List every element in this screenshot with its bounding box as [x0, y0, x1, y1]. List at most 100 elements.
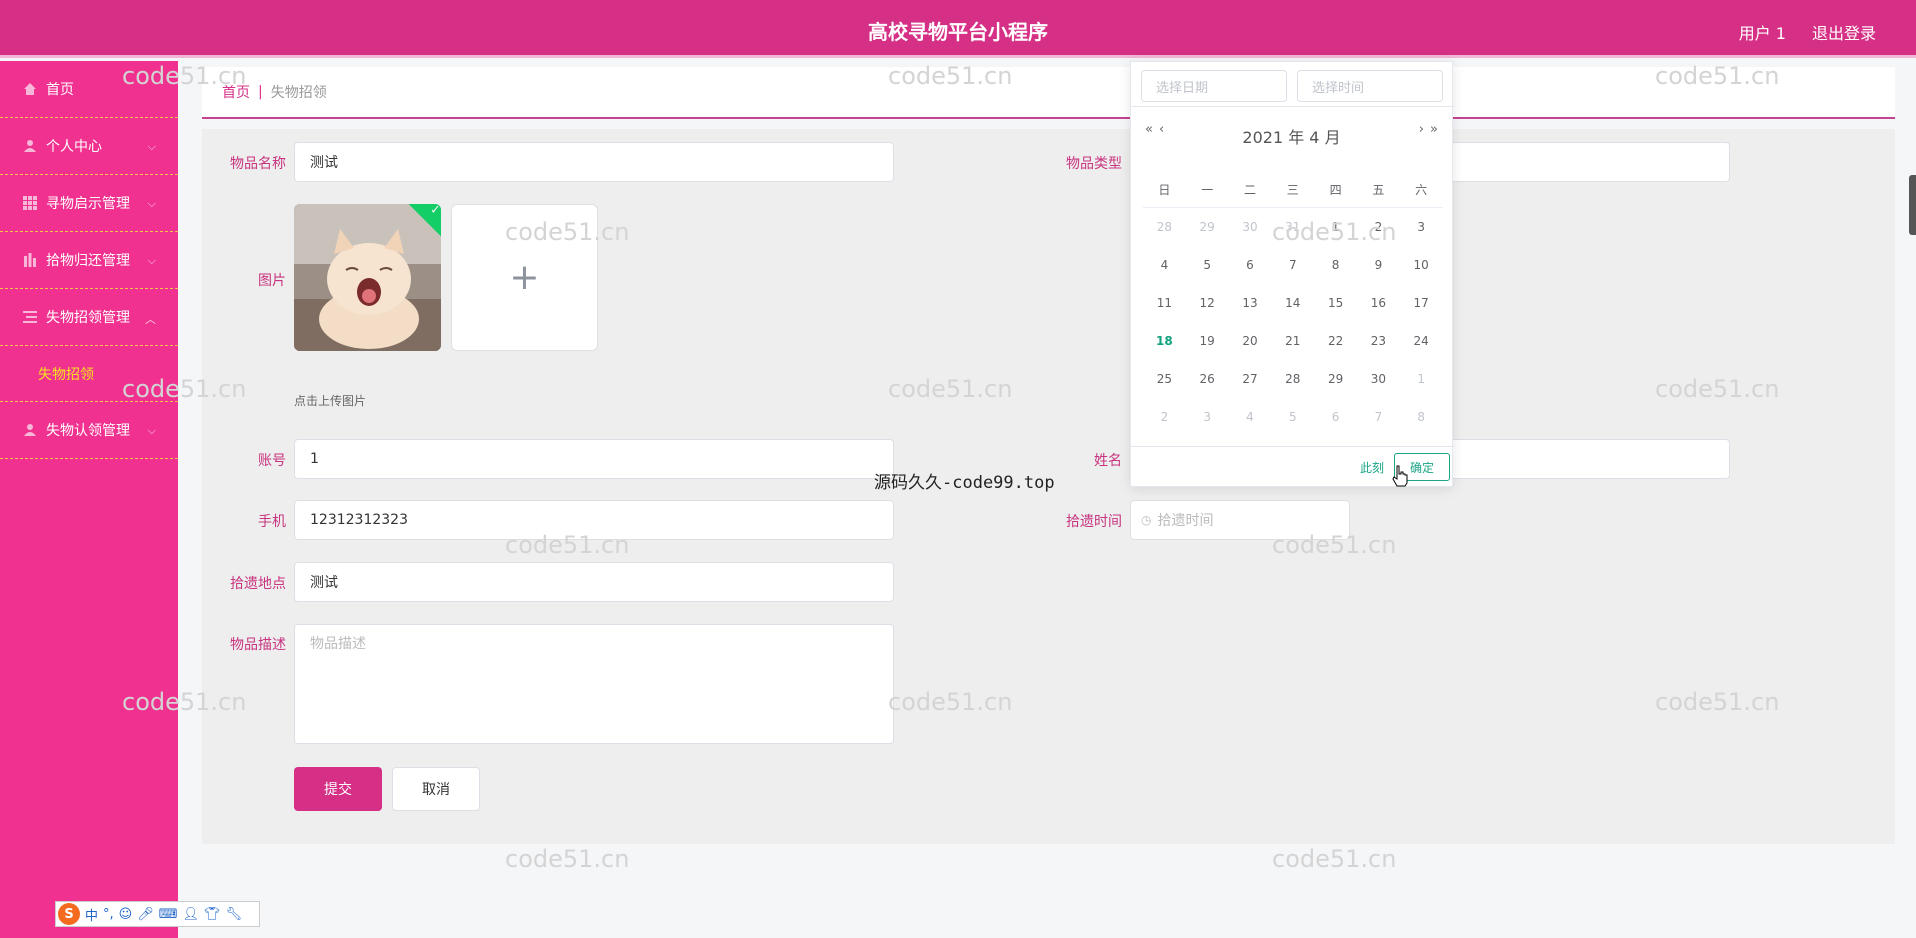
emoji-icon[interactable]: ☺ — [119, 907, 133, 922]
calendar-day[interactable]: 30 — [1357, 372, 1400, 386]
top-header: 高校寻物平台小程序 用户 1 退出登录 — [0, 0, 1916, 58]
calendar-day[interactable]: 29 — [1314, 372, 1357, 386]
weekday-label: 四 — [1329, 183, 1342, 197]
description-textarea[interactable]: 物品描述 — [294, 624, 894, 744]
sidebar-item-claim[interactable]: 失物认领管理 ⌵ — [0, 402, 178, 459]
cancel-button[interactable]: 取消 — [392, 767, 480, 811]
sidebar-item-personal-center[interactable]: 个人中心 ⌵ — [0, 118, 178, 175]
user-icon — [22, 138, 38, 154]
calendar-day[interactable]: 2 — [1143, 410, 1186, 424]
current-user[interactable]: 用户 1 — [1739, 20, 1786, 44]
next-month-button[interactable]: › — [1419, 122, 1424, 137]
sidebar-item-search-notice[interactable]: 寻物启示管理 ⌵ — [0, 175, 178, 232]
sogou-logo-icon[interactable]: S — [58, 903, 80, 925]
calendar-day[interactable]: 22 — [1314, 334, 1357, 348]
calendar-day[interactable]: 12 — [1186, 296, 1229, 310]
logout-link[interactable]: 退出登录 — [1812, 20, 1876, 44]
sidebar-item-return[interactable]: 拾物归还管理 ⌵ — [0, 232, 178, 289]
calendar-day[interactable]: 5 — [1271, 410, 1314, 424]
watermark: code51.cn — [888, 375, 1013, 403]
user-icon[interactable]: 👤︎ — [183, 907, 200, 922]
next-year-button[interactable]: » — [1430, 122, 1438, 137]
calendar-day[interactable]: 16 — [1357, 296, 1400, 310]
weekday-label: 日 — [1158, 183, 1171, 197]
chevron-down-icon: ⌵ — [147, 424, 156, 437]
user-icon — [22, 422, 38, 438]
calendar-week-row: 2 3 4 5 6 7 8 — [1143, 398, 1443, 436]
calendar-day[interactable]: 8 — [1314, 258, 1357, 272]
picker-date-input[interactable]: 选择日期 — [1141, 70, 1287, 102]
calendar-day[interactable]: 17 — [1400, 296, 1443, 310]
calendar-day[interactable]: 27 — [1229, 372, 1272, 386]
watermark: code51.cn — [1272, 845, 1397, 873]
watermark: code51.cn — [122, 375, 247, 403]
calendar-day-today[interactable]: 18 — [1143, 334, 1186, 348]
hand-cursor-icon — [1392, 465, 1408, 487]
calendar-day[interactable]: 28 — [1143, 220, 1186, 234]
calendar-day[interactable]: 4 — [1143, 258, 1186, 272]
calendar-day[interactable]: 13 — [1229, 296, 1272, 310]
calendar-day[interactable]: 4 — [1229, 410, 1272, 424]
pickup-place-input[interactable]: 测试 — [294, 562, 894, 602]
app-title: 高校寻物平台小程序 — [868, 20, 1048, 44]
submit-button[interactable]: 提交 — [294, 767, 382, 811]
account-input[interactable]: 1 — [294, 439, 894, 479]
calendar-day[interactable]: 9 — [1357, 258, 1400, 272]
watermark: code51.cn — [505, 845, 630, 873]
calendar-day[interactable]: 3 — [1400, 220, 1443, 234]
ime-toolbar: S 中 °, ☺ 🎤︎ ⌨ 👤︎ 👕︎ 🔧︎ — [55, 901, 260, 927]
calendar-week-row: 4 5 6 7 8 9 10 — [1143, 246, 1443, 284]
picker-time-input[interactable]: 选择时间 — [1297, 70, 1443, 102]
weekday-header-row: 日 一 二 三 四 五 六 — [1143, 172, 1443, 208]
calendar-day[interactable]: 21 — [1271, 334, 1314, 348]
item-name-label: 物品名称 — [230, 156, 286, 172]
calendar-day[interactable]: 26 — [1186, 372, 1229, 386]
sidebar-item-lost-found[interactable]: 失物招领管理 ︿ — [0, 289, 178, 346]
check-icon: ✓ — [430, 204, 441, 217]
picker-month-title[interactable]: 2021 年 4 月 — [1131, 124, 1452, 148]
calendar-day[interactable]: 28 — [1271, 372, 1314, 386]
calendar-day[interactable]: 7 — [1357, 410, 1400, 424]
wrench-icon[interactable]: 🔧︎ — [226, 907, 243, 922]
calendar-day[interactable]: 11 — [1143, 296, 1186, 310]
clock-icon: ◷ — [1141, 513, 1152, 527]
side-scroll-handle[interactable] — [1909, 175, 1916, 235]
calendar-day[interactable]: 6 — [1314, 410, 1357, 424]
calendar-day[interactable]: 8 — [1400, 410, 1443, 424]
calendar-day[interactable]: 24 — [1400, 334, 1443, 348]
sidebar-item-label: 失物认领管理 — [46, 423, 130, 439]
skin-icon[interactable]: 👕︎ — [204, 907, 221, 922]
calendar-day[interactable]: 23 — [1357, 334, 1400, 348]
calendar-day[interactable]: 25 — [1143, 372, 1186, 386]
chevron-down-icon: ⌵ — [147, 140, 156, 153]
watermark: code51.cn — [122, 62, 247, 90]
keyboard-icon[interactable]: ⌨ — [159, 907, 178, 922]
microphone-icon[interactable]: 🎤︎ — [137, 907, 154, 922]
calendar-day[interactable]: 19 — [1186, 334, 1229, 348]
calendar-day[interactable]: 29 — [1186, 220, 1229, 234]
calendar-day[interactable]: 10 — [1400, 258, 1443, 272]
picker-now-button[interactable]: 此刻 — [1360, 459, 1384, 476]
pickup-place-label: 拾遗地点 — [230, 576, 286, 592]
watermark: code51.cn — [888, 688, 1013, 716]
watermark: code51.cn — [1655, 62, 1780, 90]
calendar-day[interactable]: 1 — [1400, 372, 1443, 386]
uploaded-photo[interactable]: ✓ — [294, 204, 441, 351]
watermark: code51.cn — [505, 218, 630, 246]
calendar-day[interactable]: 3 — [1186, 410, 1229, 424]
ime-language-toggle[interactable]: 中 — [85, 905, 98, 924]
chevron-down-icon: ⌵ — [147, 254, 156, 267]
calendar-day[interactable]: 7 — [1271, 258, 1314, 272]
grid-icon — [22, 195, 38, 211]
item-name-input[interactable]: 测试 — [294, 142, 894, 182]
datetime-picker-popover: 选择日期 选择时间 « ‹ 2021 年 4 月 › » 日 一 二 三 四 五… — [1130, 61, 1454, 487]
breadcrumb: 首页 | 失物招领 — [202, 67, 1895, 119]
calendar-day[interactable]: 5 — [1186, 258, 1229, 272]
calendar-day[interactable]: 20 — [1229, 334, 1272, 348]
calendar-day[interactable]: 14 — [1271, 296, 1314, 310]
calendar-day[interactable]: 6 — [1229, 258, 1272, 272]
ime-punctuation-toggle[interactable]: °, — [103, 907, 114, 922]
calendar-week-row: 25 26 27 28 29 30 1 — [1143, 360, 1443, 398]
calendar-day[interactable]: 15 — [1314, 296, 1357, 310]
calendar-day[interactable]: 30 — [1229, 220, 1272, 234]
